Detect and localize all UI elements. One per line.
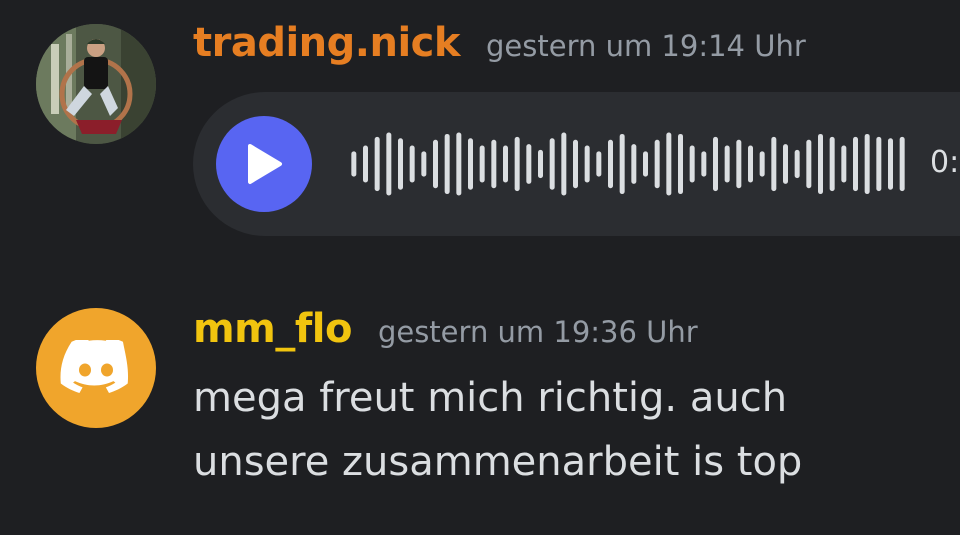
timestamp: gestern um 19:36 Uhr (377, 315, 698, 349)
message-header: trading.nick gestern um 19:14 Uhr (193, 20, 806, 66)
play-button[interactable] (216, 116, 312, 212)
chat-messages: trading.nick gestern um 19:14 Uhr 0: mm_… (0, 0, 960, 535)
message-trading-nick: trading.nick gestern um 19:14 Uhr 0: (0, 0, 960, 270)
discord-logo-icon (60, 340, 129, 394)
voice-duration: 0: (930, 145, 960, 180)
message-header: mm_flo gestern um 19:36 Uhr (193, 306, 698, 352)
user-avatar[interactable] (36, 308, 156, 428)
user-avatar[interactable] (36, 24, 156, 144)
username[interactable]: mm_flo (193, 306, 352, 352)
voice-message: 0: (193, 92, 960, 236)
username[interactable]: trading.nick (193, 20, 461, 66)
message-text: mega freut mich richtig. auch unsere zus… (193, 375, 803, 485)
waveform[interactable] (348, 114, 908, 214)
message-mm-flo: mm_flo gestern um 19:36 Uhr mega freut m… (0, 290, 960, 520)
play-icon (248, 144, 282, 184)
timestamp: gestern um 19:14 Uhr (486, 29, 806, 63)
person-photo-icon (36, 24, 156, 144)
